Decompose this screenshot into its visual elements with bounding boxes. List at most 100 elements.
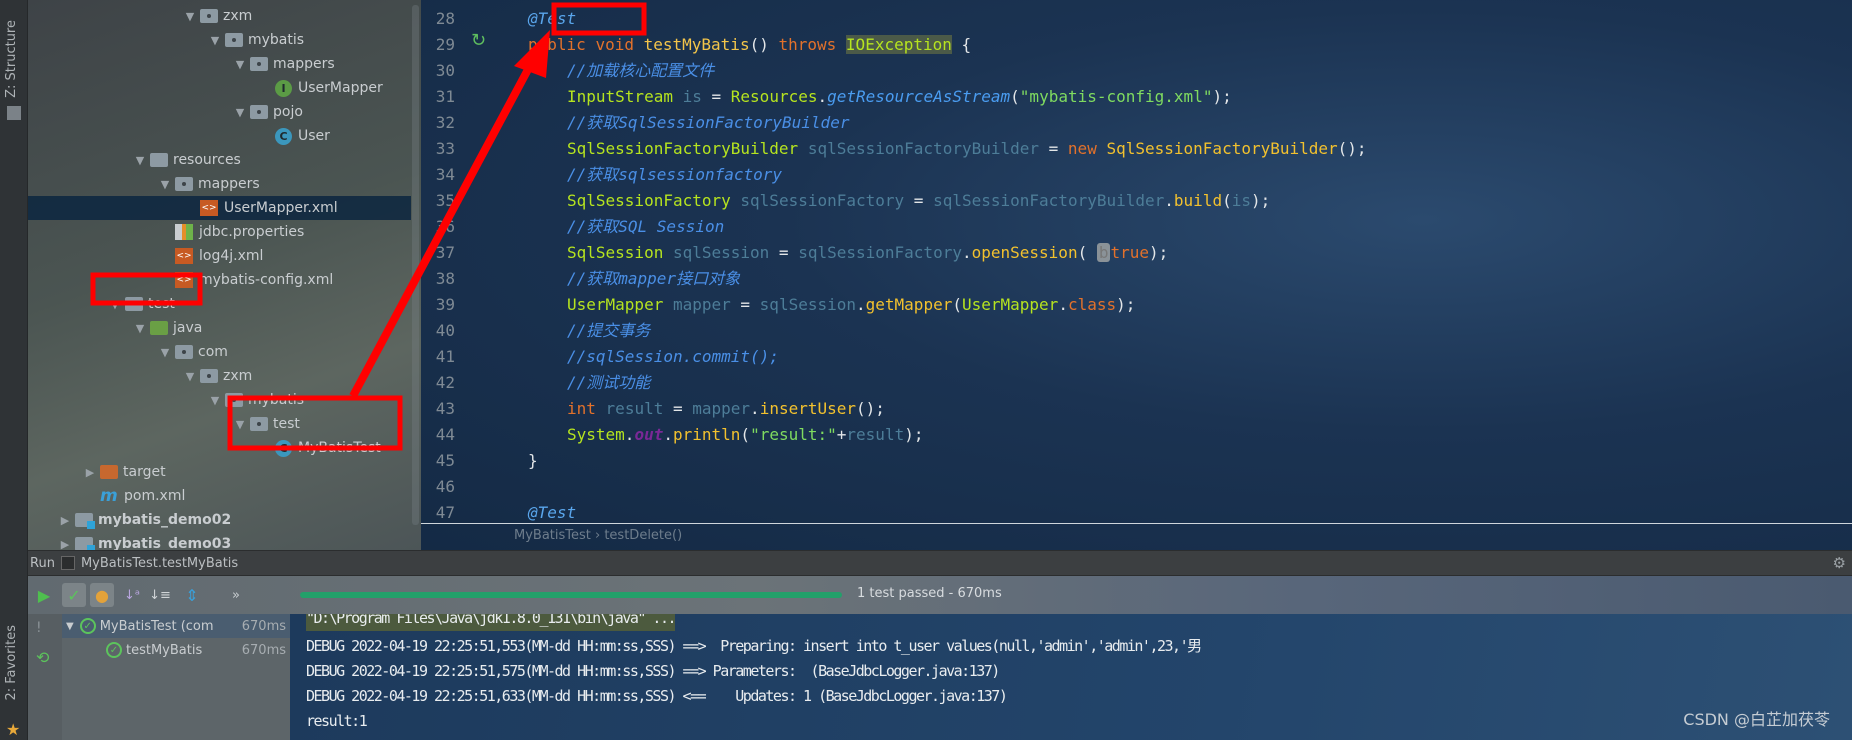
tree-item[interactable]: ▶ mybatis_demo02 [28, 508, 411, 532]
code-token-type-hl: IOException [845, 35, 952, 54]
tree-item[interactable]: ▼ zxm [28, 4, 411, 28]
code-line[interactable]: 37 SqlSession sqlSession = sqlSessionFact… [421, 240, 1852, 266]
expanded-arrow-icon[interactable]: ▼ [105, 298, 125, 311]
rerun-failed-icon[interactable]: ⟲ [36, 648, 49, 667]
code-line[interactable]: 35 SqlSessionFactory sqlSessionFactory = … [421, 188, 1852, 214]
expanded-arrow-icon[interactable]: ▼ [230, 58, 250, 71]
code-line[interactable]: 40 //提交事务 [421, 318, 1852, 344]
expand-arrow-icon[interactable]: ▼ [66, 621, 74, 632]
tree-item[interactable]: ▼ test [28, 292, 411, 316]
tree-item-label: UserMapper [298, 80, 383, 96]
code-line[interactable]: 36 //获取SQL Session [421, 214, 1852, 240]
alert-icon[interactable]: ! [36, 620, 42, 636]
code-token-var: sqlSessionFactory [798, 243, 962, 262]
code-token-plain: ( [1222, 191, 1232, 210]
code-token-type: SqlSession [567, 243, 664, 262]
code-line[interactable]: 31 InputStream is = Resources.getResource… [421, 84, 1852, 110]
code-token-plain: ); [1116, 295, 1136, 314]
tree-item[interactable]: ▼ mappers [28, 52, 411, 76]
excluded-folder-icon [100, 465, 118, 479]
more-actions-button[interactable]: » [224, 583, 248, 607]
tree-item-label: test [148, 296, 175, 312]
tree-item[interactable]: ▼ mappers [28, 172, 411, 196]
test-method-row[interactable]: ✓ testMyBatis 670ms [62, 638, 290, 662]
code-token-keyword: void [595, 35, 634, 54]
tree-item[interactable]: ▼ resources [28, 148, 411, 172]
console-output[interactable]: "D:\Program Files\Java\jdk1.8.0_131\bin\… [290, 614, 1852, 740]
tree-item[interactable]: ▼ test [28, 412, 411, 436]
expanded-arrow-icon[interactable]: ▼ [230, 418, 250, 431]
expanded-arrow-icon[interactable]: ▼ [205, 394, 225, 407]
line-number: 36 [435, 217, 455, 236]
tree-item[interactable]: <> mybatis-config.xml [28, 268, 411, 292]
sort-by-duration-button[interactable]: ↓≡ [148, 583, 172, 607]
tree-item[interactable]: ▼ pojo [28, 100, 411, 124]
run-tab-label[interactable]: Run [30, 556, 55, 571]
collapsed-arrow-icon[interactable]: ▶ [80, 466, 100, 479]
tree-item-label: User [298, 128, 330, 144]
code-line[interactable]: 29 public void testMyBatis() throws IOExc… [421, 32, 1852, 58]
expanded-arrow-icon[interactable]: ▼ [130, 154, 150, 167]
settings-gear-icon[interactable]: ⚙ [1833, 554, 1846, 572]
tree-item-label: mybatis [248, 32, 305, 48]
expanded-arrow-icon[interactable]: ▼ [155, 346, 175, 359]
code-line[interactable]: 28 @Test [421, 6, 1852, 32]
code-line[interactable]: 43 int result = mapper.insertUser(); [421, 396, 1852, 422]
tree-item[interactable]: ▼ zxm [28, 364, 411, 388]
code-token-comment: //测试功能 [567, 373, 651, 392]
code-line[interactable]: 39 UserMapper mapper = sqlSession.getMapp… [421, 292, 1852, 318]
tree-item-label: log4j.xml [199, 248, 264, 264]
code-line[interactable]: 45} [421, 448, 1852, 474]
code-token-plain: = [904, 191, 934, 210]
code-line[interactable]: 38 //获取mapper接口对象 [421, 266, 1852, 292]
code-line[interactable]: 30 //加载核心配置文件 [421, 58, 1852, 84]
tree-item[interactable]: <> UserMapper.xml [28, 196, 411, 220]
expanded-arrow-icon[interactable]: ▼ [130, 322, 150, 335]
show-passed-toggle[interactable]: ✓ [62, 583, 86, 607]
tree-item[interactable]: ▼ mybatis [28, 28, 411, 52]
tree-item[interactable]: C User [28, 124, 411, 148]
collapsed-arrow-icon[interactable]: ▶ [55, 514, 75, 527]
code-token-var: mapper [672, 295, 731, 314]
tree-item[interactable]: ▶ mybatis_demo03 [28, 532, 411, 550]
structure-tab[interactable]: Z: Structure [4, 20, 19, 98]
tree-item[interactable]: ▶ target [28, 460, 411, 484]
code-token-plain: = [730, 295, 760, 314]
code-line[interactable]: 41 //sqlSession.commit(); [421, 344, 1852, 370]
favorites-tab[interactable]: 2: Favorites [4, 625, 19, 701]
line-number: 31 [435, 87, 455, 106]
collapsed-arrow-icon[interactable]: ▶ [55, 538, 75, 551]
expanded-arrow-icon[interactable]: ▼ [205, 34, 225, 47]
tree-item[interactable]: m pom.xml [28, 484, 411, 508]
tree-item[interactable]: ▼ com [28, 340, 411, 364]
code-line[interactable]: 44 System.out.println("result:"+result); [421, 422, 1852, 448]
breadcrumb[interactable]: MyBatisTest › testDelete() [514, 528, 682, 543]
tree-item[interactable]: I UserMapper [28, 76, 411, 100]
run-test-gutter-icon[interactable]: ↻ [471, 30, 486, 51]
show-ignored-toggle[interactable]: ● [90, 583, 114, 607]
code-line[interactable]: 33 SqlSessionFactoryBuilder sqlSessionFac… [421, 136, 1852, 162]
expanded-arrow-icon[interactable]: ▼ [180, 370, 200, 383]
expanded-arrow-icon[interactable]: ▼ [155, 178, 175, 191]
run-config-name[interactable]: MyBatisTest.testMyBatis [81, 556, 238, 571]
code-line[interactable]: 42 //测试功能 [421, 370, 1852, 396]
test-class-row[interactable]: ▼ ✓ MyBatisTest (com 670ms [62, 614, 290, 638]
project-scrollbar[interactable] [412, 5, 419, 525]
tree-item-label: resources [173, 152, 241, 168]
code-line[interactable]: 46 [421, 474, 1852, 500]
tree-item-label: test [273, 416, 300, 432]
code-line[interactable]: 34 //获取sqlsessionfactory [421, 162, 1852, 188]
sort-alphabetically-button[interactable]: ↓ᵃ [120, 583, 144, 607]
rerun-button[interactable]: ▶ [32, 583, 56, 607]
code-line[interactable]: 32 //获取SqlSessionFactoryBuilder [421, 110, 1852, 136]
expand-all-button[interactable]: ⇕ [180, 583, 204, 607]
tree-item[interactable]: jdbc.properties [28, 220, 411, 244]
tree-item[interactable]: C MyBatisTest [28, 436, 411, 460]
code-token-comment: //sqlSession.commit(); [567, 347, 779, 366]
expanded-arrow-icon[interactable]: ▼ [180, 10, 200, 23]
tree-item[interactable]: <> log4j.xml [28, 244, 411, 268]
tree-item[interactable]: ▼ java [28, 316, 411, 340]
code-editor[interactable]: 28 @Test 29 public void testMyBatis() throw… [421, 0, 1852, 550]
expanded-arrow-icon[interactable]: ▼ [230, 106, 250, 119]
tree-item[interactable]: ▼ mybatis [28, 388, 411, 412]
